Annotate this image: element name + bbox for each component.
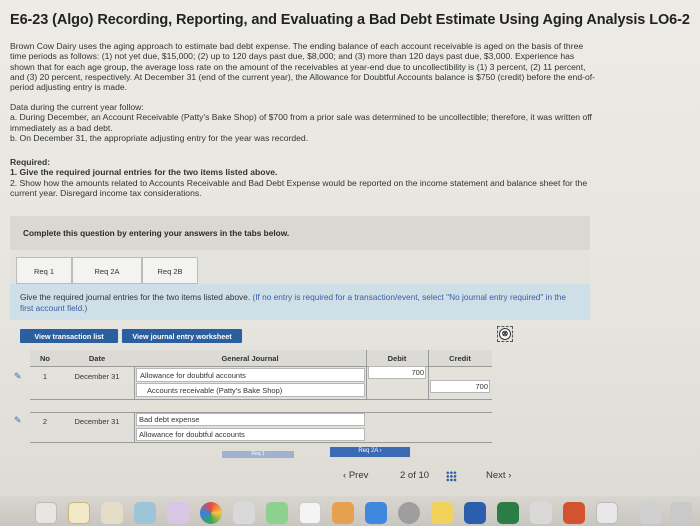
prev-req-button[interactable]: Req 1 — [222, 451, 294, 458]
header-general-journal: General Journal — [134, 350, 366, 366]
col-divider — [134, 412, 135, 442]
reminders-icon[interactable] — [101, 502, 123, 524]
photos-icon[interactable] — [167, 502, 189, 524]
close-icon: ⊗ — [499, 328, 511, 340]
tab-req-1[interactable]: Req 1 — [16, 257, 72, 284]
data-item-b: b. On December 31, the appropriate adjus… — [10, 132, 309, 143]
edit-entry-2-icon[interactable]: ✎ — [14, 415, 24, 425]
powerpoint-icon[interactable] — [563, 502, 585, 524]
edit-entry-1-icon[interactable]: ✎ — [14, 371, 24, 381]
excel-icon[interactable] — [497, 502, 519, 524]
messages-icon[interactable] — [233, 502, 255, 524]
tab-req-2b[interactable]: Req 2B — [142, 257, 198, 284]
books-icon[interactable] — [332, 502, 354, 524]
header-date: Date — [60, 350, 134, 366]
downloads-icon[interactable] — [640, 502, 662, 524]
tab-req-2a[interactable]: Req 2A — [72, 257, 142, 284]
calendar-icon[interactable] — [35, 502, 57, 524]
header-debit: Debit — [366, 350, 428, 366]
next-label: Next — [486, 470, 506, 481]
next-page-button[interactable]: Next › — [486, 470, 511, 481]
entry-2-no: 2 — [42, 417, 48, 426]
entry-2-date: December 31 — [74, 417, 120, 426]
page-position: 2 of 10 — [400, 470, 430, 481]
header-no: No — [30, 350, 60, 366]
word-icon[interactable] — [464, 502, 486, 524]
problem-intro: Brown Cow Dairy uses the aging approach … — [10, 41, 596, 93]
row-divider — [30, 399, 492, 400]
row-divider — [30, 442, 492, 443]
photos-wheel-icon[interactable] — [200, 502, 222, 524]
entry-2-account: Bad debt expense — [139, 415, 200, 424]
data-item-a: a. During December, an Account Receivabl… — [10, 112, 592, 133]
question-box: Give the required journal entries for th… — [10, 284, 590, 320]
data-heading: Data during the current year follow: — [10, 102, 144, 112]
stickies-icon[interactable] — [431, 502, 453, 524]
notes-icon[interactable] — [68, 502, 90, 524]
col-divider — [134, 366, 135, 400]
view-journal-worksheet-button[interactable]: View journal entry worksheet — [122, 329, 242, 343]
app-store-icon[interactable] — [365, 502, 387, 524]
next-req-label: Req 2A — [358, 448, 378, 454]
trash-icon[interactable] — [670, 502, 692, 524]
maps-icon[interactable] — [134, 502, 156, 524]
entry-1-no: 1 — [42, 372, 48, 381]
required-section: Required: 1. Give the required journal e… — [10, 157, 595, 198]
prev-page-button[interactable]: ‹ Prev — [343, 470, 368, 481]
app-icon[interactable] — [596, 502, 618, 524]
required-heading: Required: — [10, 157, 51, 167]
required-item-1: 1. Give the required journal entries for… — [10, 167, 278, 178]
prev-label: Prev — [348, 470, 369, 481]
page-title: E6-23 (Algo) Recording, Reporting, and E… — [10, 12, 690, 28]
view-transaction-list-button[interactable]: View transaction list — [20, 329, 118, 343]
col-divider — [428, 350, 429, 400]
entry-1-account: Allowance for doubtful accounts — [140, 371, 246, 380]
col-divider — [366, 350, 367, 400]
preview-icon[interactable] — [530, 502, 552, 524]
entry-1b-account: Accounts receivable (Patty's Bake Shop) — [147, 386, 283, 395]
entry-1-date: December 31 — [74, 372, 120, 381]
entry-1-debit: 700 — [411, 368, 424, 377]
close-button[interactable]: ⊗ — [497, 326, 513, 342]
chevron-right-icon: › — [379, 448, 382, 454]
chevron-right-icon: › — [508, 470, 512, 481]
header-credit: Credit — [428, 350, 492, 366]
instruction-bar: Complete this question by entering your … — [10, 216, 590, 250]
required-item-2: 2. Show how the amounts related to Accou… — [10, 177, 588, 198]
facetime-icon[interactable] — [266, 502, 288, 524]
entry-1b-credit: 700 — [475, 382, 488, 391]
settings-icon[interactable] — [398, 502, 420, 524]
data-section: Data during the current year follow: a. … — [10, 102, 595, 143]
music-icon[interactable] — [299, 502, 321, 524]
question-text: Give the required journal entries for th… — [20, 292, 251, 302]
entry-2b-account: Allowance for doubtful accounts — [139, 430, 245, 439]
next-req-button[interactable]: Req 2A › — [330, 447, 410, 457]
grid-icon[interactable] — [446, 471, 457, 482]
